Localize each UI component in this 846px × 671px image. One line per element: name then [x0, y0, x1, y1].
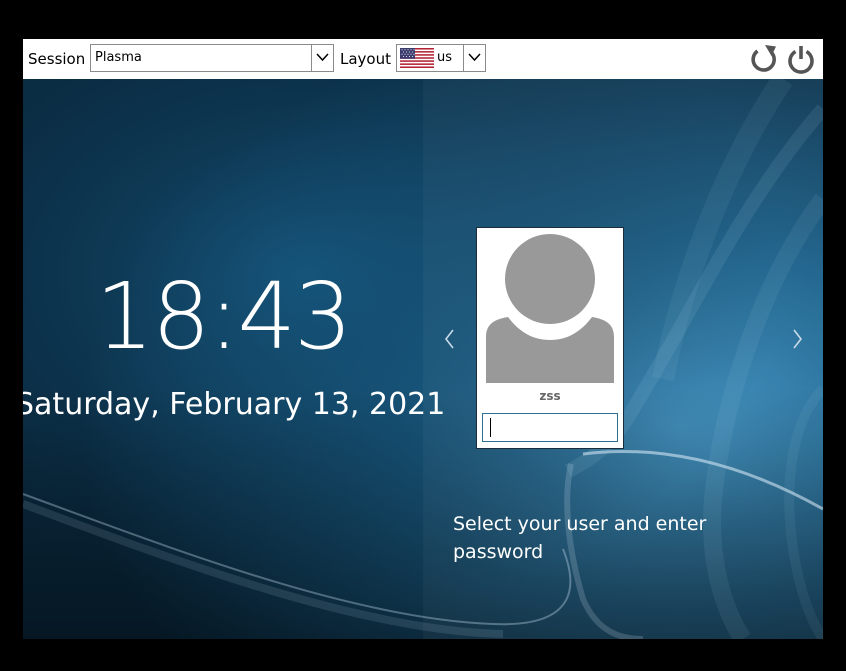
- user-card[interactable]: zss: [476, 227, 624, 449]
- layout-select[interactable]: us: [396, 44, 486, 72]
- login-prompt-message: Select your user and enter password: [453, 513, 707, 563]
- shutdown-button[interactable]: [786, 43, 816, 75]
- password-input[interactable]: [482, 413, 618, 442]
- layout-select-value: us: [437, 50, 453, 65]
- clock-time: 18:43: [95, 263, 352, 370]
- chevron-down-icon[interactable]: [311, 45, 333, 71]
- clock-date: Saturday, February 13, 2021: [23, 387, 446, 422]
- chevron-right-icon: [793, 329, 803, 349]
- session-select-value: Plasma: [95, 50, 142, 65]
- user-name: zss: [539, 389, 561, 403]
- reboot-button[interactable]: [749, 43, 779, 75]
- login-screen: Session Plasma Layout us 18:43 Saturday,…: [23, 39, 823, 639]
- chevron-left-icon: [444, 329, 454, 349]
- top-bar: Session Plasma Layout us: [23, 39, 823, 79]
- shutdown-icon: [788, 46, 814, 74]
- text-cursor: [490, 418, 491, 437]
- reboot-icon: [751, 45, 776, 72]
- session-label: Session: [28, 50, 86, 68]
- next-user-button[interactable]: [787, 327, 807, 351]
- default-user-avatar-icon: [486, 234, 614, 383]
- previous-user-button[interactable]: [440, 327, 460, 351]
- us-flag-icon: [400, 48, 434, 68]
- chevron-down-icon[interactable]: [463, 45, 485, 71]
- session-select[interactable]: Plasma: [90, 44, 334, 72]
- layout-label: Layout: [340, 50, 391, 68]
